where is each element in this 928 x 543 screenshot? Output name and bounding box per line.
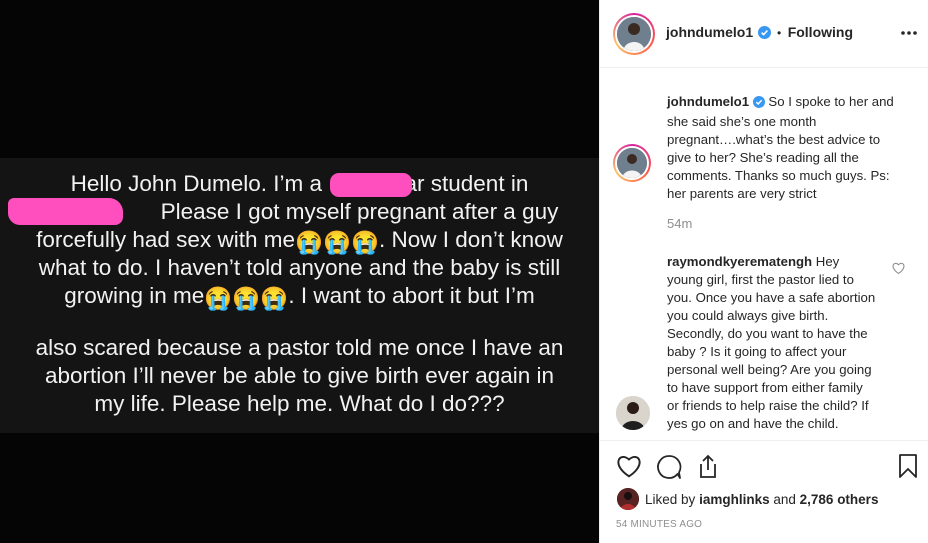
- message-line-7: abortion I’ll never be able to give birt…: [0, 362, 599, 390]
- more-options-icon[interactable]: [900, 26, 918, 45]
- post-side-panel: johndumelo1 • Following johndumelo1 So I…: [599, 0, 928, 543]
- share-icon[interactable]: [696, 453, 720, 484]
- message-text: growing in me: [64, 283, 205, 308]
- action-bar: Liked by iamghlinks and 2,786 others 54 …: [600, 440, 928, 543]
- post-timestamp[interactable]: 54 MINUTES AGO: [616, 519, 702, 530]
- message-text: . I want to abort it but I’m: [288, 283, 535, 308]
- message-line-5: growing in me😭😭😭. I want to abort it but…: [0, 282, 599, 313]
- message-line-4: what to do. I haven’t told anyone and th…: [0, 254, 599, 282]
- comment-text: Hey young girl, first the pastor lied to…: [667, 254, 876, 431]
- verified-badge-icon: [752, 95, 765, 113]
- message-text: Hello John Dumelo. I’m a: [70, 171, 322, 196]
- likes-summary: Liked by iamghlinks and 2,786 others: [645, 492, 878, 507]
- crying-emoji-icon: 😭: [351, 230, 380, 255]
- comment-body: raymondkyerematengh Hey young girl, firs…: [667, 253, 877, 433]
- commenter-avatar[interactable]: [616, 396, 650, 430]
- message-line-6: also scared because a pastor told me onc…: [0, 334, 599, 362]
- crying-emoji-icon: 😭: [204, 286, 233, 311]
- caption-avatar[interactable]: [613, 144, 651, 182]
- caption-username[interactable]: johndumelo1: [667, 94, 749, 109]
- likes-prefix: Liked by: [645, 492, 696, 507]
- caption-time[interactable]: 54m: [667, 216, 692, 231]
- like-heart-icon[interactable]: [616, 454, 642, 483]
- message-line-8: my life. Please help me. What do I do???: [0, 390, 599, 418]
- message-text: what to do. I haven’t told anyone and th…: [38, 255, 561, 280]
- message-text: forcefully had sex with me: [36, 227, 295, 252]
- message-text: also scared because a pastor told me onc…: [35, 335, 564, 360]
- liker-avatar[interactable]: [617, 488, 639, 510]
- liker-username[interactable]: iamghlinks: [699, 492, 770, 507]
- redaction-mark: [8, 198, 123, 225]
- post-image[interactable]: Hello John Dumelo. I’m a ear student in P…: [0, 0, 599, 543]
- likes-and: and: [773, 492, 796, 507]
- message-line-3: forcefully had sex with me😭😭😭. Now I don…: [0, 226, 599, 257]
- message-text: abortion I’ll never be able to give birt…: [44, 363, 555, 388]
- caption-text: So I spoke to her and she said she’s one…: [667, 94, 894, 201]
- likes-count[interactable]: 2,786 others: [800, 492, 879, 507]
- crying-emoji-icon: 😭: [260, 286, 289, 311]
- crying-emoji-icon: 😭: [294, 230, 323, 255]
- caption: johndumelo1 So I spoke to her and she sa…: [667, 93, 907, 203]
- message-text: my life. Please help me. What do I do???: [94, 391, 505, 416]
- comment-like-heart-icon[interactable]: [892, 261, 905, 279]
- message-screenshot: Hello John Dumelo. I’m a ear student in P…: [0, 158, 599, 433]
- author-avatar[interactable]: [613, 13, 655, 55]
- following-button[interactable]: Following: [788, 24, 853, 40]
- author-username[interactable]: johndumelo1: [666, 24, 753, 40]
- comment-bubble-icon[interactable]: [656, 454, 682, 485]
- verified-badge-icon: [757, 26, 771, 44]
- crying-emoji-icon: 😭: [323, 230, 352, 255]
- save-bookmark-icon[interactable]: [898, 453, 918, 484]
- message-text: Please I got myself pregnant after a guy: [160, 199, 559, 224]
- redaction-mark: [330, 173, 412, 197]
- post-header: johndumelo1 • Following: [600, 0, 928, 68]
- comments-list[interactable]: raymondkyerematengh Hey young girl, firs…: [600, 250, 928, 440]
- comment-username[interactable]: raymondkyerematengh: [667, 254, 812, 269]
- header-separator: •: [777, 26, 782, 40]
- message-text: . Now I don’t know: [379, 227, 563, 252]
- crying-emoji-icon: 😭: [232, 286, 261, 311]
- message-line-1: Hello John Dumelo. I’m a ear student in: [0, 170, 599, 198]
- message-text: ear student in: [392, 171, 529, 196]
